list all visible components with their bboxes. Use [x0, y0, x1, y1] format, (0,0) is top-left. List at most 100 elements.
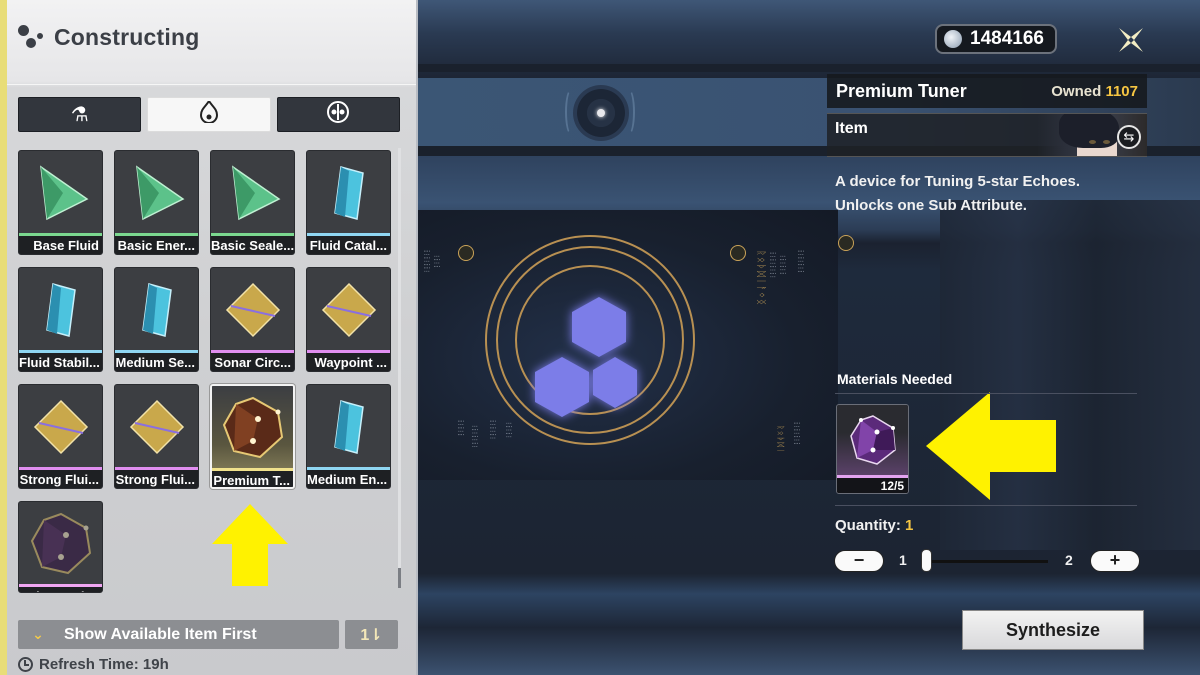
item-name: Fluid Catal...: [307, 236, 390, 254]
category-tabs: ⚗: [18, 97, 400, 132]
scrollbar-thumb[interactable]: [398, 568, 401, 588]
item-title-bar: Premium Tuner Owned 1107: [827, 74, 1147, 108]
item-name: Basic Ener...: [115, 236, 198, 254]
refresh-label: Refresh Time: 19h: [39, 656, 169, 673]
item-icon: [115, 385, 198, 469]
decrease-quantity-button[interactable]: −: [834, 550, 884, 572]
flask-icon: ⚗: [70, 104, 89, 126]
item-card[interactable]: Premium T...: [210, 384, 295, 489]
refresh-time: Refresh Time: 19h: [18, 656, 169, 673]
slider-min-label: 1: [899, 552, 907, 568]
description-line-1: A device for Tuning 5-star Echoes.: [835, 173, 1081, 190]
annotation-arrow-up: [212, 504, 288, 586]
item-icon: [19, 151, 102, 235]
item-description: A device for Tuning 5-star Echoes. Unloc…: [835, 170, 1155, 218]
materials-divider-top: [835, 393, 1137, 394]
materials-title: Materials Needed: [837, 371, 953, 387]
quantity-value: 1: [905, 517, 914, 534]
item-icon: [115, 268, 198, 352]
item-name: Base Fluid: [19, 236, 102, 254]
sensor-lens: [565, 85, 635, 141]
close-button[interactable]: [1117, 26, 1145, 54]
close-icon: [1119, 28, 1143, 52]
item-name: Medium Se...: [115, 353, 198, 371]
item-icon: [307, 385, 390, 469]
item-name: Fluid Stabil...: [19, 353, 102, 371]
quantity-slider-thumb[interactable]: [921, 549, 932, 572]
item-card[interactable]: Base Fluid: [18, 150, 103, 255]
swap-icon: ⇆: [1123, 129, 1135, 144]
item-name: Waypoint ...: [307, 353, 390, 371]
synthesize-button[interactable]: Synthesize: [962, 610, 1144, 650]
material-count: 12/5: [837, 478, 908, 493]
annotation-arrow-left: [926, 392, 1056, 500]
shell-credit-icon: [944, 30, 962, 48]
clock-icon: [18, 657, 33, 672]
filter-label: Show Available Item First: [64, 625, 257, 643]
item-card[interactable]: Fluid Catal...: [306, 150, 391, 255]
item-card[interactable]: Sonar Circ...: [210, 267, 295, 372]
item-icon: [307, 268, 390, 352]
sort-order-button[interactable]: 1⇂: [345, 620, 398, 649]
item-name: Medium En...: [307, 470, 390, 488]
panel-accent-bar: [0, 0, 7, 675]
sort-icon: 1⇂: [360, 626, 383, 644]
item-name: Strong Flui...: [115, 470, 198, 488]
materials-divider-bottom: [835, 505, 1137, 506]
show-available-filter[interactable]: ⌄ Show Available Item First: [18, 620, 339, 649]
minus-icon: −: [853, 550, 865, 570]
owned-number: 1107: [1105, 82, 1138, 100]
material-card[interactable]: 12/5: [836, 404, 909, 494]
tab-flask[interactable]: ⚗: [18, 97, 142, 132]
item-type-bar: Item ⇆: [827, 113, 1147, 157]
panel-title: Constructing: [54, 24, 200, 50]
item-grid-scrollbar[interactable]: [398, 148, 401, 588]
item-card[interactable]: Basic Seale...: [210, 150, 295, 255]
constructing-panel: Constructing ⚗ Base Fluid Basic Ener... Ba…: [0, 0, 418, 675]
item-icon: [19, 268, 102, 352]
constructing-icon: [18, 24, 44, 51]
item-icon: [115, 151, 198, 235]
item-name: Sonar Circ...: [211, 353, 294, 371]
item-card[interactable]: Waypoint ...: [306, 267, 391, 372]
item-name: Premium T...: [212, 471, 293, 487]
chevron-down-icon: ⌄: [32, 626, 44, 642]
owned-label: Owned: [1051, 82, 1102, 100]
currency-amount: 1484166: [970, 28, 1044, 49]
currency-display: 1484166: [935, 24, 1057, 54]
panel-header: Constructing: [18, 24, 200, 51]
slider-max-label: 2: [1065, 552, 1073, 568]
tab-echo[interactable]: [276, 97, 400, 132]
item-name: Premium Tuner: [836, 80, 967, 101]
flame-icon: [199, 98, 218, 129]
advanced-tuner-icon: [837, 405, 908, 475]
owned-count: Owned 1107: [1051, 83, 1138, 100]
item-card[interactable]: Advanced ...: [18, 501, 103, 593]
item-card[interactable]: Medium En...: [306, 384, 391, 489]
item-icon: [212, 386, 293, 470]
item-name: Basic Seale...: [211, 236, 294, 254]
increase-quantity-button[interactable]: +: [1090, 550, 1140, 572]
item-card[interactable]: Strong Flui...: [18, 384, 103, 489]
tab-flame[interactable]: [147, 97, 271, 132]
quantity-text: Quantity:: [835, 517, 901, 534]
item-type: Item: [835, 120, 868, 137]
item-card[interactable]: Fluid Stabil...: [18, 267, 103, 372]
item-card[interactable]: Strong Flui...: [114, 384, 199, 489]
plus-icon: +: [1109, 550, 1121, 570]
item-icon: [211, 268, 294, 352]
echo-mask-icon: [326, 100, 350, 130]
item-icon: [211, 151, 294, 235]
quantity-slider[interactable]: [928, 560, 1048, 563]
synthesize-label: Synthesize: [1005, 619, 1101, 640]
description-line-2: Unlocks one Sub Attribute.: [835, 197, 1027, 214]
item-name: Advanced ...: [19, 587, 102, 592]
item-card[interactable]: Medium Se...: [114, 267, 199, 372]
quantity-label: Quantity: 1: [835, 517, 913, 534]
item-card[interactable]: Basic Ener...: [114, 150, 199, 255]
item-icon: [307, 151, 390, 235]
item-icon: [19, 385, 102, 469]
item-icon: [19, 502, 102, 586]
swap-button[interactable]: ⇆: [1117, 125, 1141, 149]
item-name: Strong Flui...: [19, 470, 102, 488]
